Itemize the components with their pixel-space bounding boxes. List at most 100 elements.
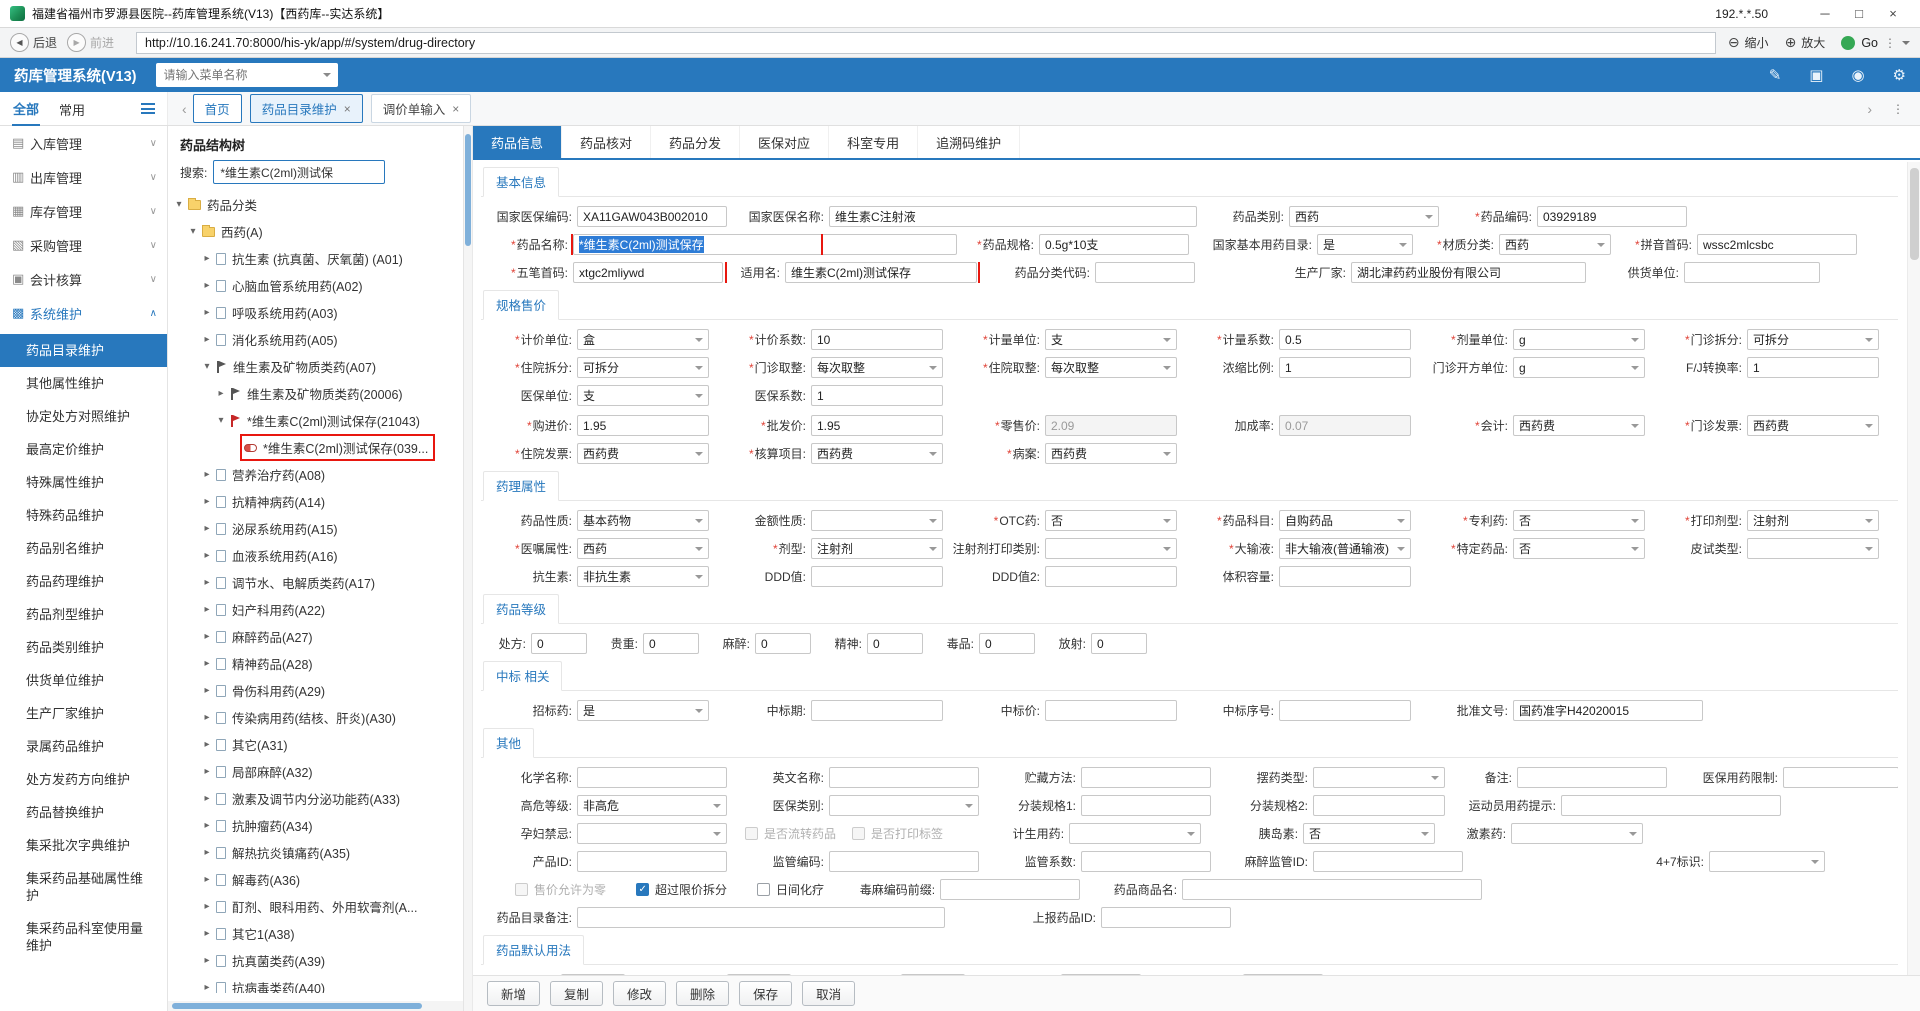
- tree-expander-icon[interactable]: ▸: [200, 307, 214, 318]
- main-tab[interactable]: 药品分发: [651, 126, 741, 158]
- save-button[interactable]: 保存: [739, 981, 793, 1006]
- select-input[interactable]: [1511, 823, 1644, 844]
- minimize-button[interactable]: ─: [1808, 6, 1842, 21]
- sidebar-item[interactable]: 药品替换维护: [0, 796, 167, 829]
- select-input[interactable]: g: [1513, 329, 1645, 350]
- select-input[interactable]: [1747, 538, 1879, 559]
- tree-expander-icon[interactable]: ▸: [200, 847, 214, 858]
- main-tab[interactable]: 追溯码维护: [918, 126, 1021, 158]
- select-input[interactable]: 否: [1513, 510, 1645, 531]
- text-input[interactable]: 0.07: [1279, 415, 1411, 436]
- section-tab[interactable]: 药品等级: [483, 594, 560, 624]
- text-input[interactable]: [1061, 974, 1141, 975]
- tree-expander-icon[interactable]: ▸: [200, 820, 214, 831]
- text-input[interactable]: [1081, 851, 1211, 872]
- tree-node[interactable]: ▸ 血液系统用药(A16): [168, 542, 463, 569]
- text-input[interactable]: [1095, 262, 1195, 283]
- tree-expander-icon[interactable]: ▾: [172, 199, 186, 210]
- text-input[interactable]: [1081, 795, 1211, 816]
- text-input[interactable]: [1783, 767, 1898, 788]
- scrollbar-thumb[interactable]: [465, 134, 471, 246]
- tree-node[interactable]: ▸ 局部麻醉(A32): [168, 758, 463, 785]
- sidebar-tab-common[interactable]: 常用: [58, 92, 86, 125]
- sidebar-group-inbound[interactable]: ▤ 入库管理 ∨: [0, 126, 167, 160]
- tree-expander-icon[interactable]: ▸: [200, 604, 214, 615]
- text-input[interactable]: XA11GAW043B002010: [577, 206, 727, 227]
- main-tab[interactable]: 药品信息: [473, 126, 563, 158]
- text-input[interactable]: [1081, 767, 1211, 788]
- sidebar-item[interactable]: 集采批次字典维护: [0, 829, 167, 862]
- sidebar-item[interactable]: 其他属性维护: [0, 367, 167, 400]
- text-input[interactable]: [1243, 974, 1323, 975]
- tree-expander-icon[interactable]: ▸: [200, 955, 214, 966]
- text-input[interactable]: 0: [979, 633, 1035, 654]
- select-input[interactable]: 西药费: [1747, 415, 1879, 436]
- text-input[interactable]: [829, 767, 979, 788]
- text-input[interactable]: [1279, 566, 1411, 587]
- tree-node[interactable]: ▸ 泌尿系统用药(A15): [168, 515, 463, 542]
- sidebar-item[interactable]: 药品目录维护: [0, 334, 167, 367]
- tree-node[interactable]: ▾ 药品分类: [168, 191, 463, 218]
- tree-node[interactable]: ▸ 解毒药(A36): [168, 866, 463, 893]
- close-button[interactable]: ×: [1876, 6, 1910, 21]
- tree-node[interactable]: ▸ 抗真菌类药(A39): [168, 947, 463, 974]
- scrollbar-thumb[interactable]: [172, 1003, 422, 1009]
- select-input[interactable]: 注射剂: [811, 538, 943, 559]
- copy-button[interactable]: 复制: [550, 981, 604, 1006]
- section-tab[interactable]: 中标 相关: [483, 661, 563, 691]
- main-tab[interactable]: 药品核对: [562, 126, 652, 158]
- text-input[interactable]: [829, 851, 979, 872]
- select-input[interactable]: 西药费: [811, 443, 943, 464]
- text-input[interactable]: [940, 879, 1081, 900]
- text-input[interactable]: [1313, 795, 1445, 816]
- text-input[interactable]: 维生素C注射液: [829, 206, 1197, 227]
- select-input[interactable]: 每次取整: [811, 357, 943, 378]
- select-input[interactable]: [577, 823, 727, 844]
- section-tab[interactable]: 药理属性: [483, 471, 560, 501]
- select-input[interactable]: 基本药物: [577, 510, 709, 531]
- text-input[interactable]: 维生素C(2ml)测试保存: [785, 262, 977, 283]
- tree-node[interactable]: ▸ 营养治疗药(A08): [168, 461, 463, 488]
- sidebar-item[interactable]: 最高定价维护: [0, 433, 167, 466]
- sidebar-item[interactable]: 生产厂家维护: [0, 697, 167, 730]
- text-input[interactable]: [577, 767, 727, 788]
- sidebar-item[interactable]: 处方发药方向维护: [0, 763, 167, 796]
- cancel-button[interactable]: 取消: [802, 981, 856, 1006]
- tree-expander-icon[interactable]: ▸: [200, 577, 214, 588]
- tree-expander-icon[interactable]: ▸: [200, 793, 214, 804]
- sidebar-group-purchase[interactable]: ▧ 采购管理 ∨: [0, 228, 167, 262]
- tree-node[interactable]: ▾ 西药(A): [168, 218, 463, 245]
- preview-icon[interactable]: ◉: [1851, 66, 1864, 84]
- tree-expander-icon[interactable]: ▸: [200, 253, 214, 264]
- tree-node[interactable]: ▸ 其它1(A38): [168, 920, 463, 947]
- forward-button[interactable]: ▶ 前进: [67, 33, 114, 52]
- checkbox[interactable]: [515, 883, 528, 896]
- select-input[interactable]: 盒: [577, 329, 709, 350]
- sidebar-item[interactable]: 药品别名维护: [0, 532, 167, 565]
- tree-node[interactable]: ▸ 消化系统用药(A05): [168, 326, 463, 353]
- tree-expander-icon[interactable]: ▸: [200, 523, 214, 534]
- new-button[interactable]: 新增: [487, 981, 541, 1006]
- text-input[interactable]: 1.95: [577, 415, 709, 436]
- checkbox[interactable]: [852, 827, 866, 840]
- tree-expander-icon[interactable]: ▸: [200, 982, 214, 993]
- tree-node[interactable]: *维生素C(2ml)测试保存(039...: [168, 434, 463, 461]
- tree-node[interactable]: ▸ 抗病毒类药(A40): [168, 974, 463, 993]
- tree-node[interactable]: ▸ 其它(A31): [168, 731, 463, 758]
- select-input[interactable]: 自购药品: [1279, 510, 1411, 531]
- select-input[interactable]: 非抗生素: [577, 566, 709, 587]
- tree-expander-icon[interactable]: ▸: [200, 928, 214, 939]
- select-input[interactable]: 西药: [1499, 234, 1611, 255]
- tree-vertical-scrollbar[interactable]: [464, 126, 473, 1011]
- modify-button[interactable]: 修改: [613, 981, 667, 1006]
- select-input[interactable]: 西药: [577, 538, 709, 559]
- tree-expander-icon[interactable]: ▸: [200, 550, 214, 561]
- select-input[interactable]: 非大输液(普通输液): [1279, 538, 1411, 559]
- tree-node[interactable]: ▸ 抗肿瘤药(A34): [168, 812, 463, 839]
- text-input[interactable]: 0: [531, 633, 587, 654]
- tree-node[interactable]: ▸ 传染病用药(结核、肝炎)(A30): [168, 704, 463, 731]
- tabs-scroll-right-icon[interactable]: ›: [1861, 101, 1878, 117]
- tree-node[interactable]: ▸ 激素及调节内分泌功能药(A33): [168, 785, 463, 812]
- select-input[interactable]: 西药费: [1513, 415, 1645, 436]
- sidebar-item[interactable]: 药品药理维护: [0, 565, 167, 598]
